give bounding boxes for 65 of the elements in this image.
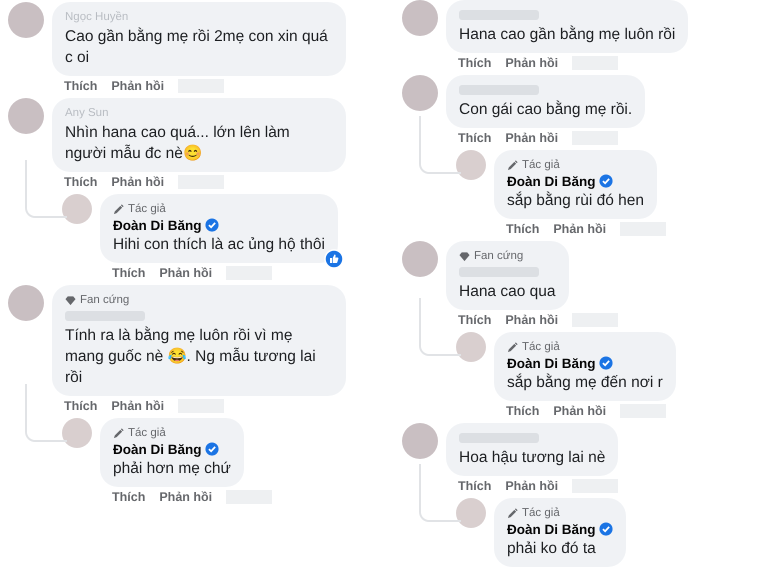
- comment-text: Cao gần bằng mẹ rồi 2mẹ con xin quá c oi: [65, 26, 329, 68]
- avatar-photo: [402, 241, 438, 277]
- comment-action-link[interactable]: Phản hồi: [505, 131, 558, 145]
- avatar-photo: [402, 0, 438, 36]
- comment-text: phải hơn mẹ chứ: [113, 459, 231, 479]
- comment-action-link[interactable]: Phản hồi: [505, 313, 558, 327]
- badge-label: Fan cứng: [80, 294, 130, 306]
- comment-text: Hihi con thích là ac ủng hộ thôi: [113, 235, 325, 255]
- author-name[interactable]: Đoàn Di Băng: [507, 522, 596, 536]
- author-name[interactable]: Đoàn Di Băng: [507, 356, 596, 370]
- comment-action-link[interactable]: Phản hồi: [553, 404, 606, 418]
- avatar-photo: [62, 194, 92, 224]
- comment-action-link[interactable]: Thích: [458, 131, 492, 145]
- avatar-photo: [456, 498, 486, 528]
- avatar-photo: [62, 418, 92, 448]
- comment-text: sắp bằng mẹ đến nơi r: [507, 372, 663, 393]
- comment-text: Hana cao gần bằng mẹ luôn rồi: [459, 24, 676, 45]
- avatar-photo: [8, 2, 44, 38]
- comment-action-link[interactable]: Thích: [458, 479, 492, 493]
- badge-label: Tác giả: [522, 159, 560, 171]
- comment-action-link[interactable]: Phản hồi: [505, 56, 558, 70]
- avatar-photo: [456, 332, 486, 362]
- comment-action-link[interactable]: Phản hồi: [159, 266, 212, 280]
- comment-action-link[interactable]: Thích: [506, 222, 540, 236]
- badge-label: Fan cứng: [474, 250, 524, 262]
- comment-text: sắp bằng rùi đó hen: [507, 190, 644, 211]
- comment-action-link[interactable]: Thích: [112, 490, 146, 504]
- comment-text: phải ko đó ta: [507, 539, 597, 559]
- comment-text: Hana cao qua: [459, 282, 556, 302]
- comment-action-link[interactable]: Thích: [458, 56, 492, 70]
- pen-icon: [113, 204, 124, 214]
- pen-icon: [507, 160, 518, 170]
- avatar-photo: [402, 423, 438, 459]
- comment-action-link[interactable]: Phản hồi: [111, 79, 164, 93]
- author-name[interactable]: Đoàn Di Băng: [507, 174, 596, 188]
- comment-action-link[interactable]: Phản hồi: [159, 490, 212, 504]
- pen-icon: [507, 508, 518, 518]
- badge-label: Tác giả: [128, 427, 166, 439]
- avatar-photo: [8, 285, 44, 321]
- diamond-icon: [459, 250, 470, 262]
- comment-action-link[interactable]: Phản hồi: [111, 399, 164, 413]
- comment-action-link[interactable]: Phản hồi: [505, 479, 558, 493]
- comment-action-link[interactable]: Thích: [506, 404, 540, 418]
- comment-action-link[interactable]: Thích: [112, 266, 146, 280]
- comment-action-link[interactable]: Thích: [64, 399, 98, 413]
- pen-icon: [507, 342, 518, 352]
- comment-text: Hoa hậu tương lai nè: [459, 448, 606, 468]
- diamond-icon: [65, 294, 76, 306]
- comment-action-link[interactable]: Phản hồi: [111, 175, 164, 189]
- avatar-photo: [456, 150, 486, 180]
- comment-text: Tính ra là bằng mẹ luôn rồi vì mẹ mang guốc nè 😂. Ng mẫu tương lai rồi: [65, 326, 317, 388]
- author-name[interactable]: Đoàn Di Băng: [113, 218, 202, 232]
- comment-text: Con gái cao bằng mẹ rồi.: [459, 100, 632, 120]
- comment-action-link[interactable]: Phản hồi: [553, 222, 606, 236]
- pen-icon: [113, 428, 124, 438]
- avatar-photo: [8, 98, 44, 134]
- comment-action-link[interactable]: Thích: [64, 175, 98, 189]
- badge-label: Tác giả: [522, 341, 560, 353]
- comment-action-link[interactable]: Thích: [64, 79, 98, 93]
- badge-label: Tác giả: [128, 203, 166, 215]
- comment-text: Nhìn hana cao quá... lớn lên làm người mẫu đc nè😊: [65, 123, 291, 164]
- author-name[interactable]: Đoàn Di Băng: [113, 442, 202, 456]
- badge-label: Tác giả: [522, 507, 560, 519]
- avatar-photo: [402, 75, 438, 111]
- comment-action-link[interactable]: Thích: [458, 313, 492, 327]
